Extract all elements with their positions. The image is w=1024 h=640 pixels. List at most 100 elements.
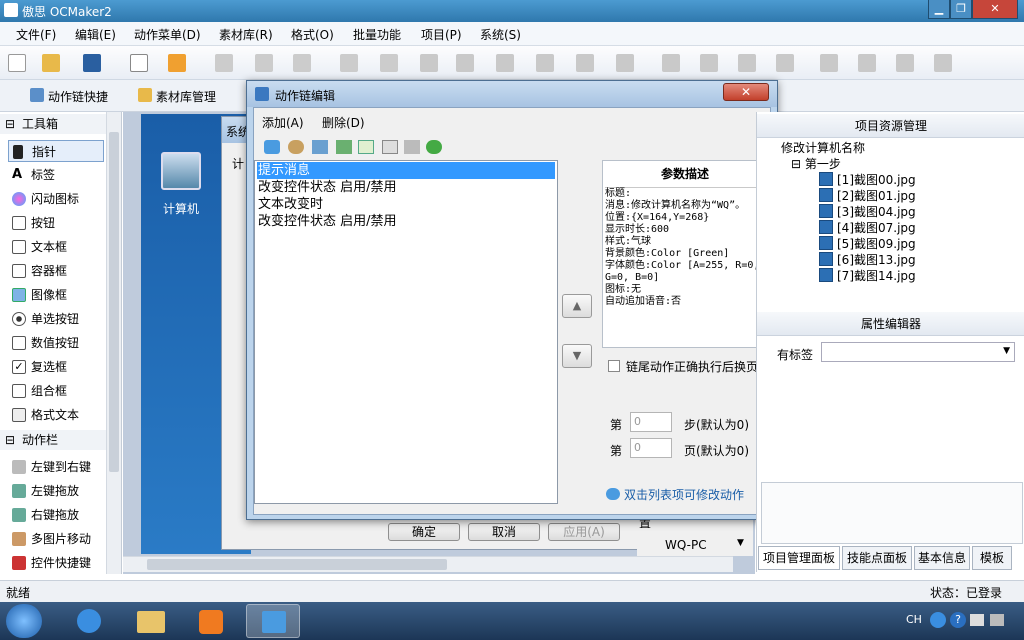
undo-icon[interactable] — [340, 54, 358, 72]
speech-bubble-icon[interactable] — [264, 140, 280, 154]
tool-checkbox[interactable]: ✓ 复选框 — [8, 356, 104, 378]
redo-icon[interactable] — [380, 54, 398, 72]
media-player-icon[interactable] — [184, 604, 238, 638]
tab-project-panel[interactable]: 项目管理面板 — [758, 546, 840, 570]
ime-icon[interactable] — [930, 612, 946, 628]
new-file-icon[interactable] — [8, 54, 26, 72]
list-item[interactable]: 改变控件状态 启用/禁用 — [257, 179, 397, 196]
tray-icon[interactable] — [990, 614, 1004, 626]
list-item[interactable]: 文本改变时 — [257, 196, 323, 213]
tree-image-item[interactable]: [7]截图14.jpg — [819, 268, 916, 284]
ie-icon[interactable] — [62, 604, 116, 638]
bg-apply-button[interactable]: 应用(A) — [548, 523, 620, 541]
menu-project[interactable]: 项目(P) — [421, 26, 462, 43]
puzzle-add-icon[interactable] — [336, 140, 352, 154]
menu-assets[interactable]: 素材库(R) — [219, 26, 273, 43]
tree-root[interactable]: 修改计算机名称 — [781, 140, 865, 156]
asset-management-button[interactable]: 素材库管理 — [156, 88, 216, 105]
tree-image-item[interactable]: [2]截图01.jpg — [819, 188, 916, 204]
h-spacing-icon[interactable] — [776, 54, 794, 72]
keyboard-icon[interactable] — [382, 140, 398, 154]
tree-image-item[interactable]: [3]截图04.jpg — [819, 204, 916, 220]
dialog-menu-delete[interactable]: 删除(D) — [322, 114, 365, 131]
tool-pointer[interactable]: 指针 — [8, 140, 104, 162]
tree-image-item[interactable]: [6]截图13.jpg — [819, 252, 916, 268]
puzzle-icon[interactable] — [168, 54, 186, 72]
tab-skill-panel[interactable]: 技能点面板 — [842, 546, 912, 570]
same-size-icon[interactable] — [738, 54, 756, 72]
scroll-thumb[interactable] — [109, 132, 119, 472]
tool-numeric[interactable]: 数值按钮 — [8, 332, 104, 354]
menu-file[interactable]: 文件(F) — [16, 26, 56, 43]
brush-icon[interactable] — [404, 140, 420, 154]
toolbox-group-header[interactable]: ⊟ 工具箱 — [0, 114, 106, 134]
tree-image-item[interactable]: [4]截图07.jpg — [819, 220, 916, 236]
v-decrease-icon[interactable] — [896, 54, 914, 72]
align-right-icon[interactable] — [496, 54, 514, 72]
close-button[interactable]: ✕ — [972, 0, 1018, 19]
action-left-drag[interactable]: 左键拖放 — [8, 480, 104, 502]
action-shortcut-button[interactable]: 动作链快捷 — [48, 88, 108, 105]
tool-button[interactable]: 按钮 — [8, 212, 104, 234]
action-left-to-right[interactable]: 左键到右键 — [8, 456, 104, 478]
tool-textbox[interactable]: 文本框 — [8, 236, 104, 258]
action-right-drag[interactable]: 右键拖放 — [8, 504, 104, 526]
window-icon[interactable] — [358, 140, 374, 154]
move-down-button[interactable]: ▼ — [562, 344, 592, 368]
dialog-close-button[interactable]: ✕ — [723, 83, 769, 101]
paste-icon[interactable] — [255, 54, 273, 72]
bg-cancel-button[interactable]: 取消 — [468, 523, 540, 541]
list-item[interactable]: 提示消息 — [257, 162, 555, 179]
properties-icon[interactable] — [130, 54, 148, 72]
menu-format[interactable]: 格式(O) — [291, 26, 334, 43]
tree-image-item[interactable]: [5]截图09.jpg — [819, 236, 916, 252]
v-increase-icon[interactable] — [858, 54, 876, 72]
tool-groupbox[interactable]: 组合框 — [8, 380, 104, 402]
menu-edit[interactable]: 编辑(E) — [75, 26, 116, 43]
tool-richtext[interactable]: 格式文本 — [8, 404, 104, 426]
tool-container[interactable]: 容器框 — [8, 260, 104, 282]
page-spinner[interactable]: 0 — [630, 438, 672, 458]
same-width-icon[interactable] — [662, 54, 680, 72]
ocmaker-taskbar-icon[interactable] — [246, 604, 300, 638]
tree-image-item[interactable]: [1]截图00.jpg — [819, 172, 916, 188]
maximize-button[interactable]: ❐ — [950, 0, 972, 19]
actions-group-header[interactable]: ⊟ 动作栏 — [0, 430, 106, 450]
globe-icon[interactable] — [426, 140, 442, 154]
eye-icon[interactable] — [288, 140, 304, 154]
dialog-menu-add[interactable]: 添加(A) — [262, 114, 304, 131]
move-up-button[interactable]: ▲ — [562, 294, 592, 318]
tool-label-widget[interactable]: A 标签 — [8, 164, 104, 186]
chain-end-checkbox[interactable] — [608, 360, 620, 372]
action-list[interactable]: 提示消息 改变控件状态 启用/禁用 文本改变时 改变控件状态 启用/禁用 — [254, 160, 558, 504]
align-bottom-icon[interactable] — [616, 54, 634, 72]
align-center-icon[interactable] — [456, 54, 474, 72]
explorer-icon[interactable] — [124, 604, 178, 638]
align-left-icon[interactable] — [420, 54, 438, 72]
run-icon[interactable] — [312, 140, 328, 154]
align-top-icon[interactable] — [536, 54, 554, 72]
copy-icon[interactable] — [215, 54, 233, 72]
v-spacing-icon[interactable] — [820, 54, 838, 72]
toolbox-scrollbar[interactable] — [106, 112, 121, 574]
step-spinner[interactable]: 0 — [630, 412, 672, 432]
settings-icon[interactable] — [970, 614, 984, 626]
scroll-thumb[interactable] — [147, 559, 447, 570]
align-middle-icon[interactable] — [576, 54, 594, 72]
bg-ok-button[interactable]: 确定 — [388, 523, 460, 541]
tag-select[interactable]: ▼ — [821, 342, 1015, 362]
delete-icon[interactable] — [293, 54, 311, 72]
tree-step[interactable]: ⊟ 第一步 — [791, 156, 841, 172]
tool-radio[interactable]: 单选按钮 — [8, 308, 104, 330]
v-remove-icon[interactable] — [934, 54, 952, 72]
same-height-icon[interactable] — [700, 54, 718, 72]
open-folder-icon[interactable] — [42, 54, 60, 72]
save-icon[interactable] — [83, 54, 101, 72]
help-icon[interactable]: ? — [950, 612, 966, 628]
minimize-button[interactable]: ▁ — [928, 0, 950, 19]
chevron-down-icon[interactable]: ▼ — [737, 538, 744, 548]
list-item[interactable]: 改变控件状态 启用/禁用 — [257, 213, 397, 230]
menu-batch[interactable]: 批量功能 — [353, 26, 401, 43]
tool-image[interactable]: 图像框 — [8, 284, 104, 306]
input-language[interactable]: CH — [906, 613, 922, 626]
